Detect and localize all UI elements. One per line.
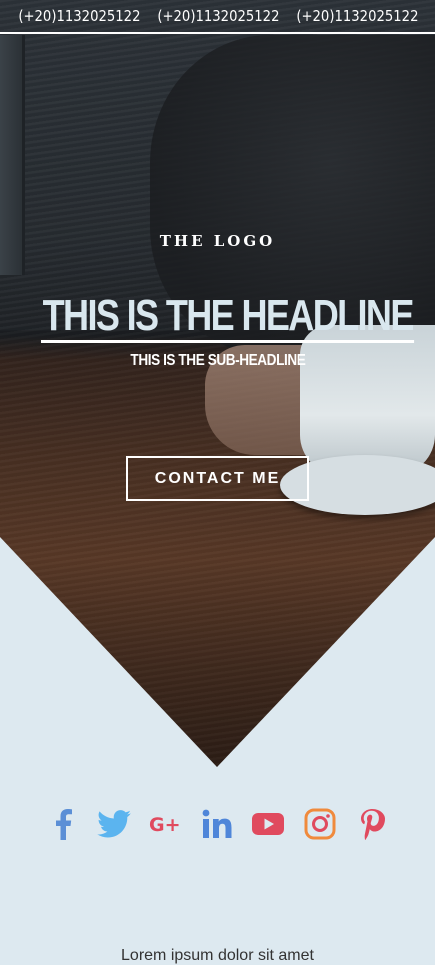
coffee-cup (300, 325, 435, 475)
top-bar: (+20)1132025122 (+20)1132025122 (+20)113… (0, 0, 435, 34)
headline: THIS IS THE HEADLINE (40, 292, 414, 343)
youtube-icon (252, 813, 284, 835)
google-plus-icon: G+ (149, 814, 181, 836)
linkedin-link[interactable] (199, 804, 235, 844)
pinterest-link[interactable] (354, 804, 390, 844)
body-text: Lorem ipsum dolor sit amet (121, 947, 314, 964)
instagram-link[interactable] (302, 804, 338, 844)
pinterest-icon (361, 809, 385, 840)
facebook-icon (56, 809, 72, 840)
phone-link[interactable]: (+20)1132025122 (18, 7, 140, 25)
svg-text:G+: G+ (149, 814, 181, 836)
headline-wrapper: THIS IS THE HEADLINE (0, 292, 435, 343)
phone-link[interactable]: (+20)1132025122 (157, 7, 279, 25)
twitter-link[interactable] (96, 804, 132, 844)
phone-link[interactable]: (+20)1132025122 (296, 7, 418, 25)
contact-me-button[interactable]: CONTACT ME (126, 456, 309, 501)
google-plus-link[interactable]: G+ (148, 804, 184, 844)
linkedin-icon (202, 809, 232, 838)
instagram-icon (304, 808, 336, 840)
youtube-link[interactable] (250, 804, 286, 844)
twitter-icon (97, 810, 131, 838)
social-links: G+ (0, 804, 435, 844)
logo[interactable]: THE LOGO (0, 232, 435, 250)
facebook-link[interactable] (45, 804, 81, 844)
subheadline: THIS IS THE SUB-HEADLINE (130, 352, 305, 369)
subheadline-wrapper: THIS IS THE SUB-HEADLINE (0, 352, 435, 370)
hero-background-image (0, 0, 435, 767)
